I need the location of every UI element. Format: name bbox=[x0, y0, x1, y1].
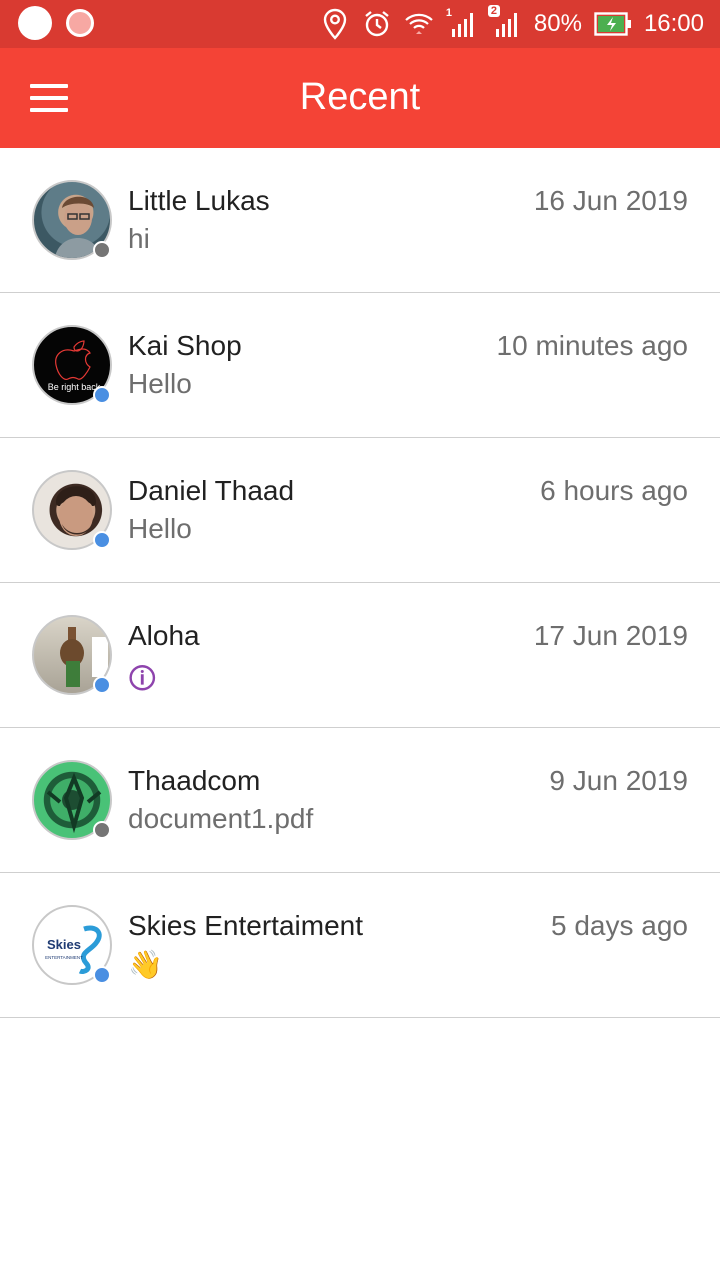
conversation-row[interactable]: Skies ENTERTAINMENT Skies Entertaiment 5… bbox=[0, 873, 720, 1018]
conversation-row[interactable]: Aloha 17 Jun 2019 🛈 bbox=[0, 583, 720, 728]
location-icon bbox=[320, 8, 350, 40]
message-time: 16 Jun 2019 bbox=[533, 185, 688, 216]
last-message: 🛈 bbox=[128, 663, 157, 694]
message-time: 9 Jun 2019 bbox=[549, 765, 688, 796]
contact-name: Aloha bbox=[128, 620, 200, 651]
sim1-badge: 1 bbox=[445, 7, 453, 19]
last-message: document1.pdf bbox=[128, 803, 314, 834]
online-status-dot bbox=[93, 676, 111, 694]
skies-logo-text: Skies bbox=[47, 937, 81, 952]
clock: 16:00 bbox=[643, 10, 704, 37]
contact-name: Little Lukas bbox=[128, 185, 270, 216]
sim2-badge: 2 bbox=[487, 5, 501, 17]
conversation-row[interactable]: Be right back Kai Shop 10 minutes ago He… bbox=[0, 293, 720, 438]
app-bar: Recent bbox=[0, 48, 720, 148]
online-status-dot bbox=[93, 386, 111, 404]
battery-charging-icon bbox=[594, 11, 632, 37]
signal-sim2-icon: 2 bbox=[487, 5, 522, 39]
skies-logo-subtext: ENTERTAINMENT bbox=[45, 955, 83, 960]
conversation-list: Little Lukas 16 Jun 2019 hi Be right bac… bbox=[0, 148, 720, 1018]
message-time: 10 minutes ago bbox=[496, 330, 688, 361]
wifi-icon bbox=[404, 9, 434, 39]
last-message: Hello bbox=[128, 513, 192, 544]
last-message: Hello bbox=[128, 368, 192, 399]
online-status-dot bbox=[93, 966, 111, 984]
contact-name: Thaadcom bbox=[128, 765, 261, 796]
offline-status-dot bbox=[93, 241, 111, 259]
conversation-row[interactable]: Thaadcom 9 Jun 2019 document1.pdf bbox=[0, 728, 720, 873]
contact-name: Kai Shop bbox=[128, 330, 242, 361]
last-message: 👋 bbox=[128, 949, 163, 980]
signal-sim1-icon: 1 bbox=[445, 7, 478, 39]
offline-status-dot bbox=[93, 821, 111, 839]
last-message: hi bbox=[128, 223, 150, 254]
page-title: Recent bbox=[299, 76, 421, 118]
status-bar: 1 2 80% 16:00 bbox=[0, 0, 720, 48]
online-status-dot bbox=[93, 531, 111, 549]
alarm-icon bbox=[362, 9, 392, 39]
notification-circle-icon bbox=[18, 6, 52, 40]
contact-name: Daniel Thaad bbox=[128, 475, 295, 506]
notification-app-icon bbox=[66, 9, 94, 37]
message-time: 17 Jun 2019 bbox=[533, 620, 688, 651]
conversation-row[interactable]: Little Lukas 16 Jun 2019 hi bbox=[0, 148, 720, 293]
contact-name: Skies Entertaiment bbox=[128, 910, 363, 941]
conversation-row[interactable]: Daniel Thaad 6 hours ago Hello bbox=[0, 438, 720, 583]
message-time: 5 days ago bbox=[551, 910, 688, 941]
message-time: 6 hours ago bbox=[540, 475, 688, 506]
battery-percent: 80% bbox=[533, 10, 582, 37]
